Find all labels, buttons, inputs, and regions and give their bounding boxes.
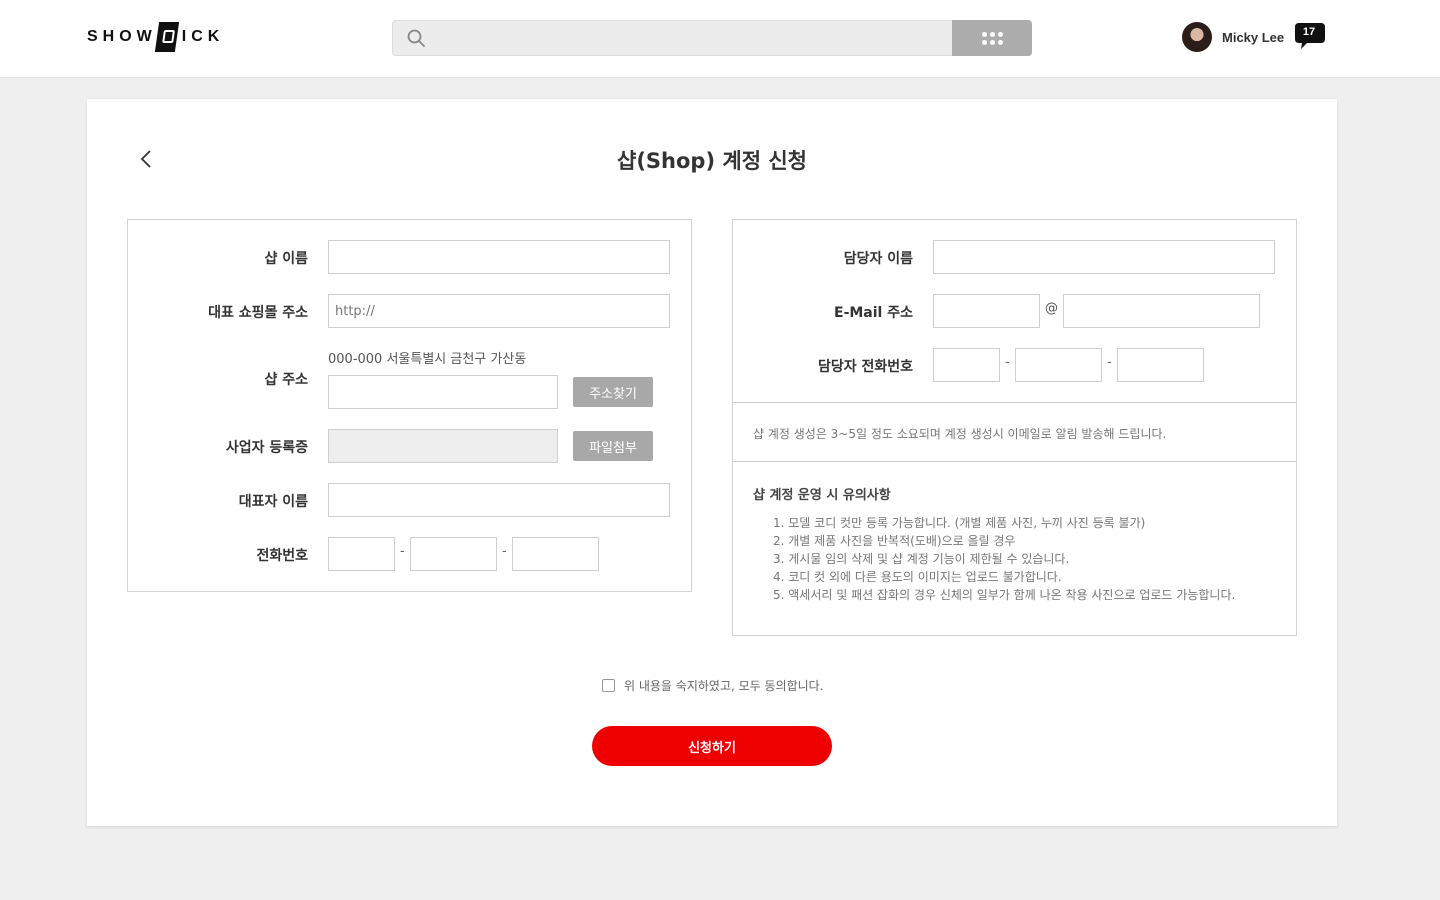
- category-menu-button[interactable]: [952, 20, 1032, 56]
- email-id-input[interactable]: [933, 294, 1040, 328]
- email-domain-input[interactable]: [1063, 294, 1260, 328]
- caution-item: 4. 코디 컷 외에 다른 용도의 이미지는 업로드 불가합니다.: [773, 570, 1062, 584]
- application-card: 샵(Shop) 계정 신청 샵 이름 대표 쇼핑몰 주소 샵 주소 000-00…: [87, 99, 1337, 826]
- mall-url-input[interactable]: [328, 294, 670, 328]
- phone-part1-input[interactable]: [328, 537, 395, 571]
- address-text: 000-000 서울특별시 금천구 가산동: [328, 352, 527, 367]
- ceo-name-label: 대표자 이름: [238, 494, 308, 510]
- mall-url-label: 대표 쇼핑몰 주소: [208, 305, 308, 321]
- logo-p-mark: [154, 22, 179, 52]
- attach-file-button[interactable]: 파일첨부: [573, 431, 653, 461]
- phone-part3-input[interactable]: [512, 537, 599, 571]
- business-license-label: 사업자 등록증: [225, 440, 308, 456]
- caution-list: 1. 모델 코디 컷만 등록 가능합니다. (개별 제품 사진, 누끼 사진 등…: [773, 514, 1235, 604]
- phone-part2-input[interactable]: [410, 537, 497, 571]
- find-address-button[interactable]: 주소찾기: [573, 377, 653, 407]
- manager-phone-part2-input[interactable]: [1015, 348, 1102, 382]
- manager-phone-dash-2: -: [1107, 355, 1112, 370]
- manager-name-input[interactable]: [933, 240, 1275, 274]
- caution-item: 2. 개별 제품 사진을 반복적(도배)으로 올릴 경우: [773, 534, 1016, 548]
- phone-dash-2: -: [502, 544, 507, 559]
- search-input[interactable]: [437, 23, 937, 53]
- manager-name-label: 담당자 이름: [843, 251, 913, 267]
- manager-phone-part3-input[interactable]: [1117, 348, 1204, 382]
- showpick-logo[interactable]: SHOW ICK: [87, 22, 224, 52]
- logo-text-left: SHOW: [87, 28, 157, 45]
- grid-dots-icon: [981, 31, 1003, 45]
- notification-count: 17: [1302, 26, 1316, 38]
- phone-label: 전화번호: [256, 548, 308, 564]
- caution-item: 3. 게시물 임의 삭제 및 샵 계정 기능이 제한될 수 있습니다.: [773, 552, 1070, 566]
- shop-name-input[interactable]: [328, 240, 670, 274]
- search-bar: [392, 20, 1032, 56]
- contact-info-panel: 담당자 이름 E-Mail 주소 @ 담당자 전화번호 - - 샵 계정 생성은…: [732, 219, 1297, 636]
- processing-notice: 샵 계정 생성은 3~5일 정도 소요되며 계정 생성시 이메일로 알림 발송해…: [753, 427, 1167, 441]
- manager-phone-part1-input[interactable]: [933, 348, 1000, 382]
- caution-title: 샵 계정 운영 시 유의사항: [753, 488, 891, 503]
- caution-item: 5. 액세서리 및 패션 잡화의 경우 신체의 일부가 함께 나온 착용 사진으…: [773, 588, 1236, 602]
- avatar[interactable]: [1182, 22, 1212, 52]
- section-divider: [733, 461, 1296, 462]
- shop-info-panel: 샵 이름 대표 쇼핑몰 주소 샵 주소 000-000 서울특별시 금천구 가산…: [127, 219, 692, 592]
- agreement-checkbox-row[interactable]: 위 내용을 숙지하였고, 모두 동의합니다.: [602, 677, 824, 694]
- business-license-file-field[interactable]: [328, 429, 558, 463]
- email-label: E-Mail 주소: [834, 305, 913, 321]
- caution-item: 1. 모델 코디 컷만 등록 가능합니다. (개별 제품 사진, 누끼 사진 등…: [773, 516, 1146, 530]
- agreement-checkbox[interactable]: [602, 679, 615, 692]
- manager-phone-dash-1: -: [1005, 355, 1010, 370]
- user-name[interactable]: Micky Lee: [1222, 30, 1284, 45]
- submit-button[interactable]: 신청하기: [592, 726, 832, 766]
- top-header: SHOW ICK Micky Lee 17: [0, 0, 1440, 78]
- shop-name-label: 샵 이름: [264, 251, 308, 267]
- shop-address-label: 샵 주소: [264, 372, 308, 388]
- at-sign: @: [1045, 301, 1058, 316]
- ceo-name-input[interactable]: [328, 483, 670, 517]
- user-profile[interactable]: Micky Lee: [1182, 22, 1284, 52]
- agreement-text[interactable]: 위 내용을 숙지하였고, 모두 동의합니다.: [624, 677, 824, 694]
- section-divider: [733, 402, 1296, 403]
- notification-button[interactable]: 17: [1294, 22, 1326, 49]
- search-icon[interactable]: [407, 29, 425, 47]
- page-title: 샵(Shop) 계정 신청: [617, 149, 807, 173]
- logo-text-right: ICK: [181, 28, 225, 45]
- phone-dash-1: -: [400, 544, 405, 559]
- address-detail-input[interactable]: [328, 375, 558, 409]
- manager-phone-label: 담당자 전화번호: [817, 359, 913, 375]
